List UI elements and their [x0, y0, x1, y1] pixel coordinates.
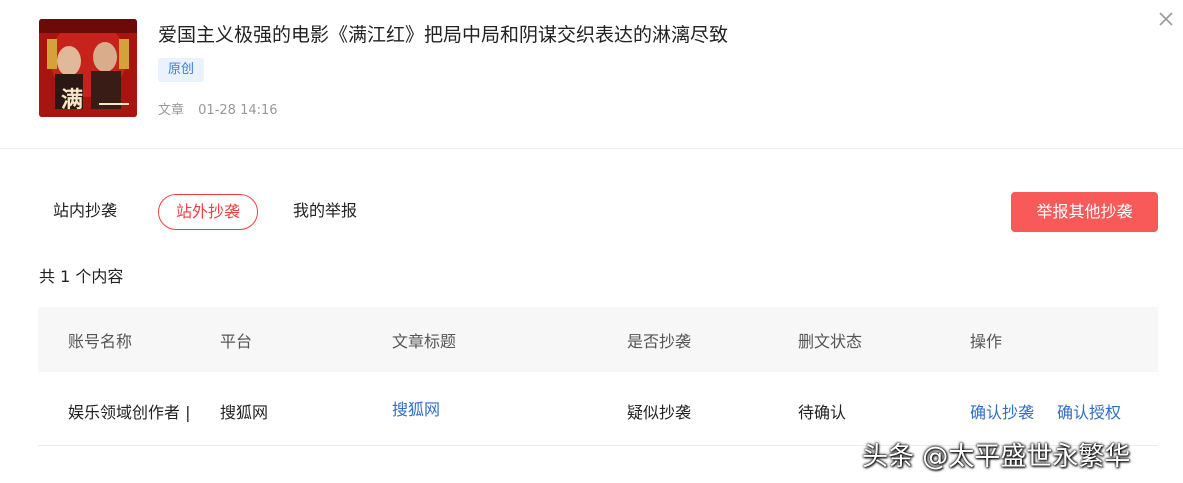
article-title[interactable]: 爱国主义极强的电影《满江红》把局中局和阴谋交织表达的淋漓尽致: [158, 20, 728, 47]
column-header-title: 文章标题: [392, 332, 457, 351]
column-header-account: 账号名称: [68, 332, 133, 351]
close-icon[interactable]: [1158, 11, 1174, 27]
original-badge: 原创: [158, 58, 205, 82]
table-header: 账号名称 平台 文章标题 是否抄袭 删文状态 操作: [38, 307, 1158, 372]
tab-onsite-plagiarism[interactable]: 站内抄袭: [53, 194, 117, 230]
cell-platform: 搜狐网: [220, 403, 269, 422]
cell-status: 待确认: [798, 403, 847, 422]
report-other-plagiarism-button[interactable]: 举报其他抄袭: [1011, 192, 1158, 232]
column-header-plagiarism: 是否抄袭: [627, 332, 692, 351]
article-type: 文章: [158, 103, 185, 118]
header-divider: [0, 148, 1183, 149]
article-thumbnail[interactable]: 满: [39, 19, 137, 117]
confirm-plagiarism-link[interactable]: 确认抄袭: [970, 399, 1034, 423]
table-row: 娱乐领域创作者 | 搜狐网 搜狐网 疑似抄袭 待确认 确认抄袭 确认授权: [38, 372, 1158, 446]
cell-article-title-link[interactable]: 搜狐网: [392, 396, 440, 420]
movie-poster-image: 满: [39, 19, 137, 117]
cell-account: 娱乐领域创作者 |: [68, 403, 191, 422]
column-header-status: 删文状态: [798, 332, 863, 351]
watermark: 头条 @太平盛世永繁华: [862, 442, 1131, 472]
article-meta: 文章 01-28 14:16: [158, 99, 278, 118]
tab-my-reports[interactable]: 我的举报: [293, 194, 357, 230]
cell-plagiarism: 疑似抄袭: [627, 403, 692, 422]
confirm-authorization-link[interactable]: 确认授权: [1057, 399, 1121, 423]
column-header-actions: 操作: [970, 332, 1003, 351]
article-time: 01-28 14:16: [198, 103, 278, 118]
result-count: 共 1 个内容: [39, 267, 124, 286]
column-header-platform: 平台: [220, 332, 253, 351]
svg-text:满: 满: [61, 87, 83, 113]
tab-offsite-plagiarism[interactable]: 站外抄袭: [158, 194, 258, 230]
